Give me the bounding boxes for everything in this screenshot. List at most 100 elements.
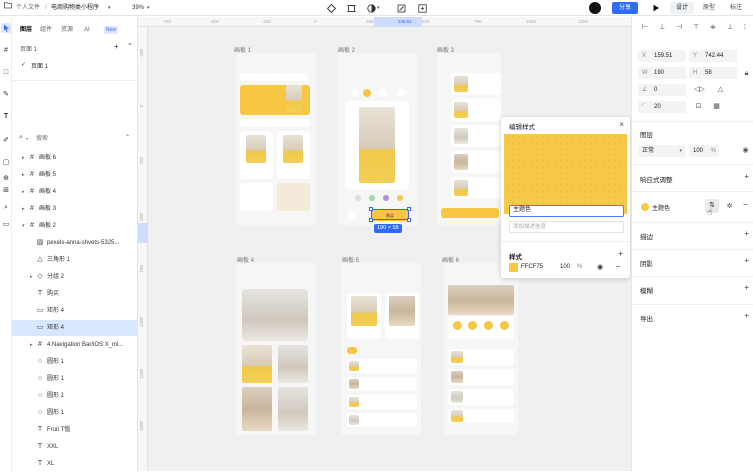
layer-row[interactable]: T XXL <box>12 439 138 455</box>
avatar[interactable] <box>589 2 601 14</box>
layer-row[interactable]: ▸ # 画板 3 <box>12 201 138 217</box>
pencil-tool-icon[interactable]: ✐ <box>1 135 11 145</box>
add-stroke-icon[interactable]: + <box>744 229 749 238</box>
collapse-pages-icon[interactable]: ⌃ <box>127 42 133 50</box>
tab-design[interactable]: 设计 <box>670 2 694 14</box>
contrast-icon[interactable] <box>366 3 376 13</box>
zoom-level[interactable]: 39% <box>132 0 144 16</box>
zoom-chevron-icon[interactable]: ▾ <box>147 0 150 16</box>
frame-icon[interactable] <box>346 3 356 13</box>
tab-annotation[interactable]: 标注 <box>724 2 748 14</box>
comment-tool-icon[interactable]: ▢ <box>1 157 11 167</box>
tab-prototype[interactable]: 原型 <box>697 2 721 14</box>
layer-row[interactable]: T Fruit T恤 <box>12 422 138 438</box>
search-chevron-icon[interactable]: ▾ <box>26 136 28 141</box>
file-name[interactable]: 电商购物类小程序 <box>51 0 99 16</box>
corner-independent-icon[interactable]: ⊡ <box>694 102 703 111</box>
resize-handle[interactable] <box>369 207 373 211</box>
align-bottom-icon[interactable]: ⊥ <box>725 23 735 33</box>
eye-icon[interactable]: ◉ <box>597 263 603 271</box>
remove-fill-icon[interactable]: − <box>743 200 748 209</box>
resize-handle[interactable] <box>407 207 411 211</box>
color-opacity-value[interactable]: 100 <box>560 264 570 270</box>
add-responsive-icon[interactable]: + <box>744 172 749 181</box>
align-right-icon[interactable]: ⊣ <box>674 23 684 33</box>
visibility-icon[interactable]: ◉ <box>741 146 750 155</box>
align-left-icon[interactable]: ⊢ <box>640 23 650 33</box>
add-blur-icon[interactable]: + <box>744 283 749 292</box>
contrast-chevron-icon[interactable]: ▾ <box>377 0 380 16</box>
width-field[interactable]: W 190 <box>638 67 686 79</box>
plugin-tool-icon[interactable]: ⊕ <box>1 173 11 183</box>
component-icon[interactable] <box>326 3 336 13</box>
layer-row[interactable]: T XL <box>12 456 138 472</box>
rotation-field[interactable]: ∠ 0 <box>638 84 686 96</box>
frame-3[interactable] <box>437 53 501 225</box>
distribute-icon[interactable]: ⋮ <box>740 23 750 33</box>
layer-opacity-field[interactable]: 100% <box>689 145 719 157</box>
layer-row[interactable]: ▸ # 画板 5 <box>12 167 138 183</box>
clip-content-icon[interactable]: ▦ <box>712 102 721 111</box>
frame-5[interactable] <box>341 263 421 435</box>
layer-row[interactable]: ▸ # 画板 4 <box>12 184 138 200</box>
breadcrumb-root[interactable]: 个人文件 <box>16 0 40 16</box>
library-tool-icon[interactable]: ▭ <box>1 219 11 229</box>
resize-handle[interactable] <box>407 218 411 222</box>
rectangle-tool-icon[interactable]: □ <box>1 67 11 77</box>
fill-color-dot[interactable] <box>641 203 649 211</box>
expand-caret-icon[interactable]: ▸ <box>22 167 25 183</box>
layer-row[interactable]: ▸ # 画板 6 <box>12 150 138 166</box>
share-button[interactable]: 分享 <box>612 2 638 14</box>
expand-caret-icon[interactable]: ▾ <box>22 218 25 234</box>
edit-icon[interactable] <box>396 3 406 13</box>
frame-1[interactable] <box>236 53 316 225</box>
corner-radius-field[interactable]: ⌜ 20 <box>638 101 686 113</box>
layer-row[interactable]: ○ 圆形 1 <box>12 388 138 404</box>
lock-ratio-icon[interactable]: 🔒︎ <box>742 69 751 78</box>
add-export-icon[interactable]: + <box>744 311 749 320</box>
tab-components[interactable]: 组件 <box>40 25 52 35</box>
align-top-icon[interactable]: ⊤ <box>691 23 701 33</box>
grid-tool-icon[interactable]: ⊞ <box>1 185 11 195</box>
page-item[interactable]: 页面 1 <box>31 61 48 70</box>
layer-row[interactable]: ○ 圆形 1 <box>12 354 138 370</box>
frame-tool-icon[interactable]: # <box>1 45 11 55</box>
add-shadow-icon[interactable]: + <box>744 256 749 265</box>
style-settings-icon[interactable]: ✲ <box>725 202 734 211</box>
expand-caret-icon[interactable]: ▸ <box>22 201 25 217</box>
layer-row[interactable]: ▭ 矩形 4 <box>12 320 138 336</box>
chevron-down-icon[interactable]: ▾ <box>108 0 111 16</box>
expand-caret-icon[interactable]: ▸ <box>22 150 25 166</box>
frame-2[interactable]: 购买 <box>337 53 417 225</box>
frame-6[interactable] <box>444 263 518 435</box>
layer-row[interactable]: △ 三角形 1 <box>12 252 138 268</box>
expand-caret-icon[interactable]: ▸ <box>22 184 25 200</box>
tab-assets[interactable]: 资源 <box>61 25 73 35</box>
layer-row[interactable]: ▧ pexels-anna-shvets-5325... <box>12 235 138 251</box>
move-tool-icon[interactable] <box>1 23 11 33</box>
expand-caret-icon[interactable]: ▸ <box>30 337 33 353</box>
expand-caret-icon[interactable]: ▸ <box>30 269 33 285</box>
style-description-input[interactable]: 添加描述信息 <box>509 221 624 233</box>
align-center-h-icon[interactable]: ⊥ <box>657 23 667 33</box>
fill-style-name[interactable]: 主题色 <box>652 203 670 212</box>
layer-row[interactable]: ○ 圆形 1 <box>12 405 138 421</box>
add-page-icon[interactable]: + <box>114 42 119 51</box>
tab-layers[interactable]: 图层 <box>20 25 32 35</box>
layer-row[interactable]: ○ 圆形 1 <box>12 371 138 387</box>
x-field[interactable]: X 159.51 <box>638 50 686 62</box>
style-name-input[interactable]: 主题色 <box>509 205 624 217</box>
close-icon[interactable]: × <box>619 120 624 129</box>
layer-row[interactable]: ▸ ◇ 分组 2 <box>12 269 138 285</box>
height-field[interactable]: H 58 <box>689 67 737 79</box>
selection-box[interactable] <box>371 209 409 220</box>
text-tool-icon[interactable]: T <box>1 111 11 121</box>
flip-vertical-icon[interactable]: △ <box>716 85 725 94</box>
layer-row[interactable]: T 购买 <box>12 286 138 302</box>
color-hex-value[interactable]: FFCF75 <box>521 264 543 270</box>
align-middle-icon[interactable]: ≑ <box>708 23 718 33</box>
layer-search-input[interactable] <box>36 133 116 145</box>
play-icon[interactable] <box>651 3 661 13</box>
resize-handle[interactable] <box>369 218 373 222</box>
collapse-layers-icon[interactable]: ⌃ <box>125 134 130 141</box>
